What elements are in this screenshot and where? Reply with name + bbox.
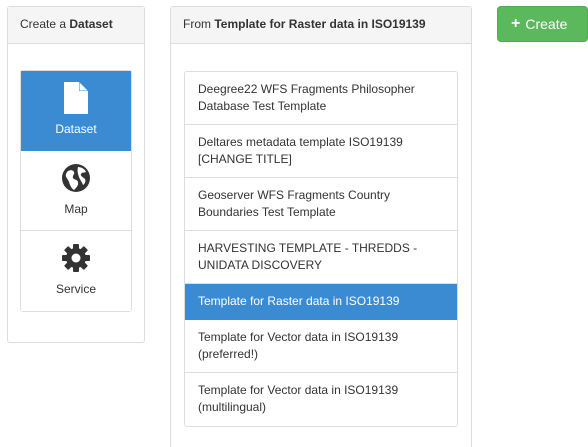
type-item-dataset[interactable]: Dataset	[21, 71, 131, 151]
type-panel-heading: Create a Dataset	[8, 7, 144, 44]
template-item-selected[interactable]: Template for Raster data in ISO19139	[185, 284, 457, 320]
file-icon	[64, 80, 88, 116]
template-list: Deegree22 WFS Fragments Philosopher Data…	[184, 71, 458, 427]
create-button-label: Create	[525, 16, 568, 32]
template-panel: From Template for Raster data in ISO1913…	[170, 6, 472, 447]
template-item[interactable]: Template for Vector data in ISO19139 (pr…	[185, 320, 457, 373]
type-heading-prefix: Create a	[20, 17, 67, 31]
template-item-line2: [CHANGE TITLE]	[198, 152, 292, 166]
template-heading-prefix: From	[183, 17, 211, 31]
template-item-line2: (preferred!)	[198, 347, 259, 361]
globe-icon	[61, 160, 91, 196]
type-item-label: Service	[55, 282, 96, 296]
template-item[interactable]: Geoserver WFS Fragments Country Boundari…	[185, 178, 457, 231]
type-item-label: Dataset	[55, 122, 97, 136]
template-item-line1: HARVESTING TEMPLATE - THREDDS -	[198, 241, 418, 255]
template-item[interactable]: Deegree22 WFS Fragments Philosopher Data…	[185, 72, 457, 125]
template-item[interactable]: Deltares metadata template ISO19139 [CHA…	[185, 125, 457, 178]
template-item-line1: Template for Vector data in ISO19139	[198, 330, 399, 344]
template-item-line1: Template for Raster data in ISO19139	[198, 294, 400, 308]
type-list: Dataset Map Service	[20, 70, 132, 312]
template-item-line1: Geoserver WFS Fragments Country	[198, 188, 391, 202]
type-item-label: Map	[64, 202, 88, 216]
template-item-line2: (multilingual)	[198, 400, 267, 414]
template-item-line2: Boundaries Test Template	[198, 205, 336, 219]
create-button[interactable]: + Create	[497, 6, 588, 42]
template-item[interactable]: HARVESTING TEMPLATE - THREDDS - UNIDATA …	[185, 231, 457, 284]
template-item-line2: UNIDATA DISCOVERY	[198, 258, 323, 272]
dataset-type-panel: Create a Dataset Dataset Map Service	[7, 6, 145, 343]
template-item-line2: Database Test Template	[198, 99, 327, 113]
type-item-map[interactable]: Map	[21, 151, 131, 231]
template-item-line1: Deltares metadata template ISO19139	[198, 135, 403, 149]
template-heading-selected: Template for Raster data in ISO19139	[214, 17, 426, 31]
template-panel-heading: From Template for Raster data in ISO1913…	[171, 7, 471, 44]
plus-icon: +	[511, 15, 521, 32]
type-item-service[interactable]: Service	[21, 231, 131, 311]
gear-icon	[61, 240, 91, 276]
template-item-line1: Deegree22 WFS Fragments Philosopher	[198, 82, 415, 96]
template-item[interactable]: Template for Vector data in ISO19139 (mu…	[185, 373, 457, 426]
template-item-line1: Template for Vector data in ISO19139	[198, 383, 399, 397]
type-heading-selected: Dataset	[69, 17, 113, 31]
